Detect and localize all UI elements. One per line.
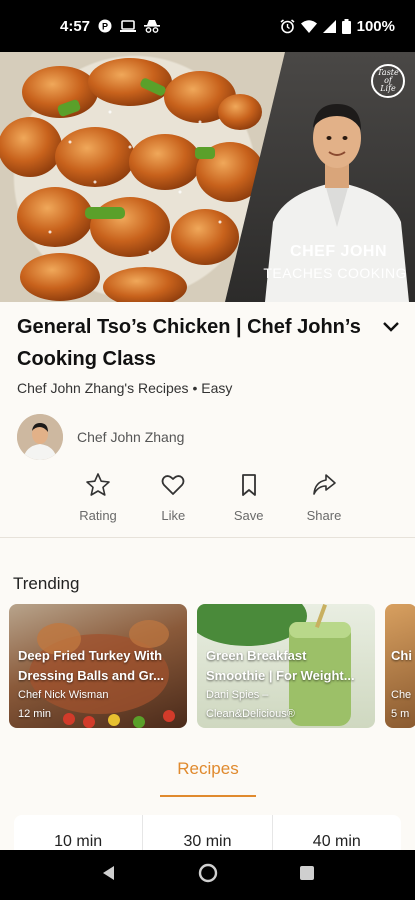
rating-label: Rating xyxy=(79,508,117,523)
battery-level: 100% xyxy=(356,17,395,35)
alarm-icon xyxy=(280,18,295,34)
cook-time: 30 min xyxy=(143,815,273,855)
author-name[interactable]: Chef John Zhang xyxy=(77,429,184,445)
battery-icon xyxy=(341,18,351,34)
share-button[interactable]: Share xyxy=(292,472,356,523)
trending-carousel[interactable]: Deep Fried Turkey With Dressing Balls an… xyxy=(9,604,415,728)
system-nav-bar xyxy=(0,850,415,900)
chef-subtitle: TEACHES COOKING xyxy=(263,265,407,281)
recipe-title: General Tso’s Chicken | Chef John’s Cook… xyxy=(17,316,361,370)
recents-square-icon xyxy=(299,866,314,880)
total-time: 40 min xyxy=(312,833,361,850)
card-title: Chi xyxy=(391,648,412,663)
trending-card[interactable]: Green Breakfast Smoothie | For Weight...… xyxy=(197,604,375,728)
expand-button[interactable] xyxy=(378,316,404,338)
like-button[interactable]: Like xyxy=(141,472,205,523)
card-author: Dani Spies – xyxy=(206,689,269,701)
recents-button[interactable] xyxy=(299,865,315,885)
svg-text:P: P xyxy=(102,22,108,32)
notification-icon: P xyxy=(98,19,112,33)
share-label: Share xyxy=(306,508,342,523)
trending-card[interactable]: Deep Fried Turkey With Dressing Balls an… xyxy=(9,604,187,728)
bookmark-icon xyxy=(241,474,256,496)
status-bar: 4:57 P 100% xyxy=(0,0,415,52)
wifi-icon xyxy=(300,19,317,33)
trending-card[interactable]: Chi Che 5 m xyxy=(385,604,415,728)
clock: 4:57 xyxy=(60,17,91,35)
home-circle-icon xyxy=(198,863,217,883)
author-row[interactable]: Chef John Zhang xyxy=(17,414,184,460)
rating-button[interactable]: Rating xyxy=(66,472,130,523)
trending-heading: Trending xyxy=(13,574,80,593)
back-button[interactable] xyxy=(101,865,117,885)
home-button[interactable] xyxy=(198,863,218,887)
chevron-down-icon xyxy=(383,322,399,332)
time-summary: 10 min 30 min 40 min xyxy=(14,815,401,855)
like-label: Like xyxy=(161,508,186,523)
tab-recipes[interactable]: Recipes xyxy=(160,757,256,797)
prep-time: 10 min xyxy=(14,815,144,855)
back-triangle-icon xyxy=(102,866,114,880)
save-button[interactable]: Save xyxy=(217,472,281,523)
divider xyxy=(0,537,415,538)
action-bar: Rating Like Save Share xyxy=(66,472,356,523)
card-author-brand: Clean&Delicious® xyxy=(206,708,295,720)
recipe-hero-image[interactable]: Taste of Life CHEF JOHN TEACHES COOKING xyxy=(0,52,415,302)
signal-icon xyxy=(322,19,336,33)
card-time: 5 m xyxy=(391,708,410,720)
share-icon xyxy=(313,474,336,495)
chef-title: CHEF JOHN xyxy=(290,243,387,260)
card-title: Deep Fried Turkey With Dressing Balls an… xyxy=(18,648,164,683)
recipe-subtitle: Chef John Zhang's Recipes • Easy xyxy=(17,380,233,396)
incognito-icon xyxy=(144,19,161,33)
card-author: Che xyxy=(391,689,412,701)
laptop-icon xyxy=(120,20,137,32)
save-label: Save xyxy=(233,508,264,523)
card-time: 12 min xyxy=(18,708,52,720)
heart-icon xyxy=(161,475,185,495)
star-icon xyxy=(86,473,110,496)
taste-of-life-logo: Taste of Life xyxy=(371,64,405,98)
card-title: Green Breakfast Smoothie | For Weight... xyxy=(206,648,355,683)
card-author: Chef Nick Wisman xyxy=(18,689,109,701)
avatar[interactable] xyxy=(17,414,63,460)
